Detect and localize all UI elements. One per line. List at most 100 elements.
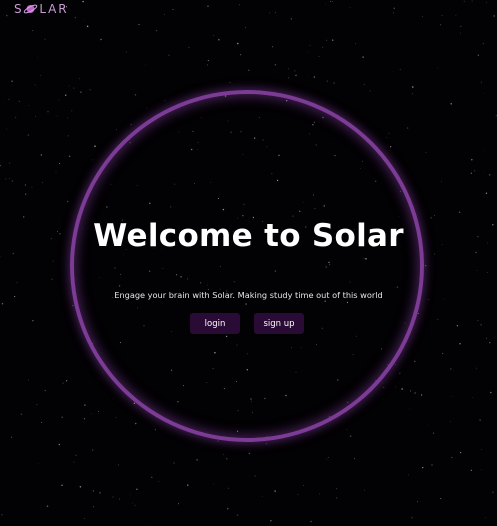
star — [460, 25, 462, 27]
star — [493, 15, 495, 17]
star — [227, 487, 230, 489]
star — [412, 86, 414, 88]
star — [450, 368, 452, 370]
star — [431, 464, 433, 466]
star — [486, 337, 488, 339]
star — [408, 474, 409, 476]
star — [73, 87, 75, 89]
star — [229, 81, 231, 83]
star — [401, 388, 403, 390]
star — [477, 319, 479, 321]
star — [11, 436, 12, 438]
star — [125, 51, 127, 53]
star — [482, 149, 484, 151]
star — [332, 1, 333, 2]
star — [9, 178, 11, 180]
star — [450, 420, 451, 422]
star — [459, 451, 462, 454]
star — [425, 151, 427, 153]
tagline-text: Engage your brain with Solar. Making stu… — [114, 290, 383, 300]
solar-logo[interactable]: S LAR — [14, 2, 68, 16]
star — [486, 272, 488, 273]
star — [489, 342, 491, 344]
star — [480, 469, 482, 471]
star — [451, 456, 453, 458]
star — [92, 449, 94, 451]
star — [425, 265, 427, 267]
star — [154, 429, 156, 431]
star — [32, 320, 34, 322]
star — [477, 54, 479, 56]
star — [364, 489, 366, 491]
star — [61, 484, 63, 486]
star — [408, 408, 410, 410]
star — [25, 193, 27, 195]
star — [363, 83, 365, 85]
star — [433, 432, 435, 434]
star — [470, 469, 472, 471]
star — [421, 16, 423, 17]
star — [319, 493, 321, 495]
star — [362, 56, 364, 58]
star — [129, 493, 131, 495]
star — [68, 85, 70, 87]
star — [441, 15, 443, 17]
star — [32, 30, 34, 32]
star — [1, 303, 4, 305]
star — [388, 132, 390, 134]
star — [324, 3, 326, 5]
star — [187, 484, 189, 486]
star — [101, 372, 103, 374]
star — [5, 178, 7, 180]
star — [406, 127, 409, 129]
star — [84, 517, 86, 519]
star — [248, 69, 250, 72]
star — [11, 80, 13, 82]
star — [240, 54, 242, 56]
star — [79, 486, 82, 488]
star — [270, 520, 272, 522]
star — [239, 4, 240, 6]
login-button[interactable]: login — [190, 313, 240, 334]
star — [441, 180, 442, 182]
star — [20, 413, 23, 416]
star — [274, 490, 276, 492]
star — [482, 42, 485, 45]
star — [458, 211, 461, 214]
star — [421, 394, 423, 396]
star — [41, 422, 43, 423]
star — [61, 416, 63, 418]
star — [382, 382, 383, 384]
star — [188, 47, 190, 49]
star — [271, 46, 274, 48]
star — [474, 170, 476, 172]
star — [82, 0, 84, 3]
star — [411, 517, 413, 519]
star — [309, 44, 311, 46]
logo-letter-s: S — [14, 2, 24, 16]
star — [336, 488, 337, 490]
star — [119, 498, 120, 500]
star — [67, 135, 69, 137]
star — [40, 75, 41, 77]
star — [28, 379, 29, 381]
star — [28, 105, 29, 106]
star — [84, 404, 86, 406]
star — [442, 353, 444, 354]
star — [417, 501, 419, 503]
star — [14, 116, 17, 119]
signup-button[interactable]: sign up — [254, 313, 304, 334]
star — [118, 464, 120, 466]
star — [67, 117, 69, 119]
star — [480, 81, 482, 83]
star — [168, 54, 170, 56]
star — [0, 255, 1, 257]
star — [399, 372, 401, 374]
star — [80, 91, 82, 94]
star — [65, 94, 67, 96]
star — [354, 458, 355, 460]
star — [98, 410, 100, 412]
star — [11, 180, 13, 182]
star — [207, 59, 209, 62]
star — [218, 38, 220, 41]
